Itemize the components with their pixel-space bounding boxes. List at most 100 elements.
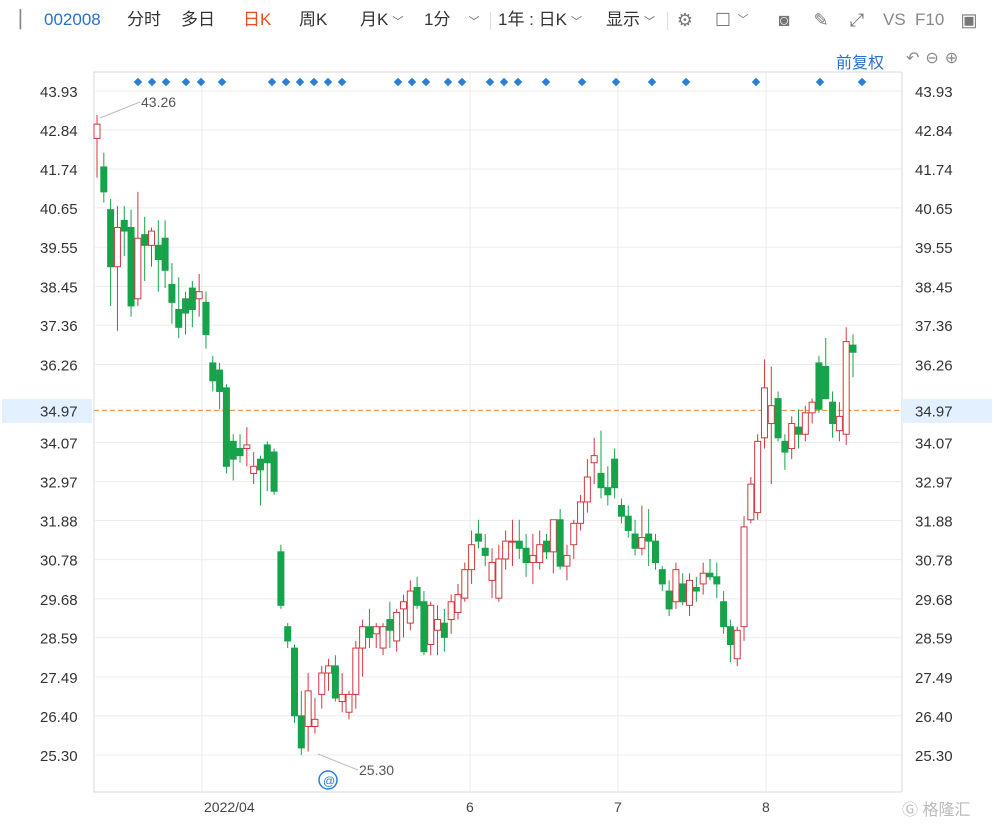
y-tick-label: 30.78	[40, 553, 78, 570]
candle-body	[434, 619, 442, 631]
event-marker	[611, 77, 621, 87]
candle-body	[488, 562, 496, 581]
y-tick-label: 25.30	[915, 748, 953, 765]
candle-body	[563, 554, 571, 567]
candle-body	[256, 458, 264, 471]
candle-body	[250, 465, 258, 474]
y-tick-label: 40.65	[40, 201, 78, 218]
candle-body	[590, 455, 598, 464]
candle-body	[188, 287, 196, 310]
candle	[338, 673, 346, 713]
candle-body	[420, 601, 428, 653]
candle	[597, 430, 605, 499]
candle-body	[318, 672, 326, 695]
candle-body	[713, 576, 721, 585]
y-tick-label: 29.68	[915, 592, 953, 609]
low-annotation-leader	[317, 753, 359, 771]
candle-body	[726, 626, 734, 646]
y-tick-label: 43.93	[40, 84, 78, 101]
candle-body	[120, 219, 128, 232]
candle	[291, 644, 299, 723]
undo-icon[interactable]: ↶	[906, 50, 925, 67]
y-tick-label: 26.40	[915, 709, 953, 726]
candle	[788, 416, 796, 460]
candle	[515, 519, 523, 559]
candle	[713, 562, 721, 599]
y-axis-right: 43.93 42.84 41.74 40.65 39.55 38.45 37.36 36.26…	[915, 84, 953, 765]
candle	[297, 690, 305, 755]
candle-body	[774, 398, 782, 439]
candle-body	[365, 626, 373, 638]
candle	[352, 640, 360, 709]
y-tick-label: 28.59	[40, 631, 78, 648]
candle	[250, 452, 258, 485]
candle-body	[536, 544, 544, 564]
event-marker	[267, 77, 277, 87]
event-marker	[681, 77, 691, 87]
candle-body	[107, 209, 115, 268]
x-tick-label: 8	[762, 799, 770, 815]
candle	[563, 544, 571, 581]
candle	[720, 591, 728, 634]
candle-body	[399, 601, 407, 610]
y-tick-label: 30.78	[915, 553, 953, 570]
candle-body	[168, 284, 176, 303]
candle-body	[583, 476, 591, 503]
candle-body	[645, 533, 653, 542]
candle-body	[263, 444, 271, 464]
event-marker	[133, 77, 143, 87]
candle-body	[822, 366, 830, 400]
event-marker	[281, 77, 291, 87]
candle	[107, 198, 115, 306]
candle-body	[767, 405, 775, 425]
candle	[100, 152, 108, 203]
candle	[365, 608, 373, 649]
candle-body	[658, 569, 666, 585]
candle	[359, 619, 367, 677]
candle	[440, 608, 448, 652]
candle-body	[543, 540, 551, 553]
y-tick-label: 32.97	[40, 475, 78, 492]
candle-body	[386, 619, 394, 631]
candle	[222, 384, 230, 474]
candle	[406, 580, 414, 631]
event-marker	[577, 77, 587, 87]
candle	[256, 455, 264, 506]
event-marker	[196, 77, 206, 87]
candle	[808, 398, 816, 424]
candle	[474, 519, 482, 549]
candle-body	[93, 123, 101, 139]
candle-body	[297, 715, 305, 749]
y-tick-label: 25.30	[40, 748, 78, 765]
candle	[304, 673, 312, 752]
y-tick-label: 34.97	[40, 403, 78, 420]
candle	[502, 530, 510, 570]
y-tick-label: 41.74	[915, 162, 953, 179]
candle	[154, 220, 162, 292]
candle	[420, 591, 428, 656]
candle-body	[842, 341, 850, 435]
candle-body	[468, 544, 476, 571]
candle	[127, 209, 135, 317]
candlestick-chart: 43.93 42.84 41.74 40.65 39.55 38.45 37.36 36.26…	[2, 71, 992, 815]
y-tick-label: 38.45	[915, 279, 953, 296]
candle	[461, 562, 469, 602]
candle	[495, 544, 503, 602]
event-marker	[323, 77, 333, 87]
candle	[556, 509, 564, 570]
candle-body	[522, 547, 530, 564]
event-markers	[133, 77, 867, 87]
candle	[134, 191, 142, 306]
fuquan-toggle[interactable]: 前复权	[836, 49, 884, 73]
y-tick-label: 34.07	[40, 435, 78, 452]
candle	[318, 665, 326, 709]
y-tick-label: 34.07	[915, 435, 953, 452]
zoom-in-icon[interactable]: ⊕	[945, 50, 964, 67]
candle-body	[502, 540, 510, 560]
candle-body	[638, 537, 646, 549]
candle-body	[291, 647, 299, 717]
candle-body	[100, 166, 108, 193]
zoom-out-icon[interactable]: ⊖	[925, 50, 944, 67]
candle	[699, 562, 707, 595]
candle-body	[631, 533, 639, 549]
